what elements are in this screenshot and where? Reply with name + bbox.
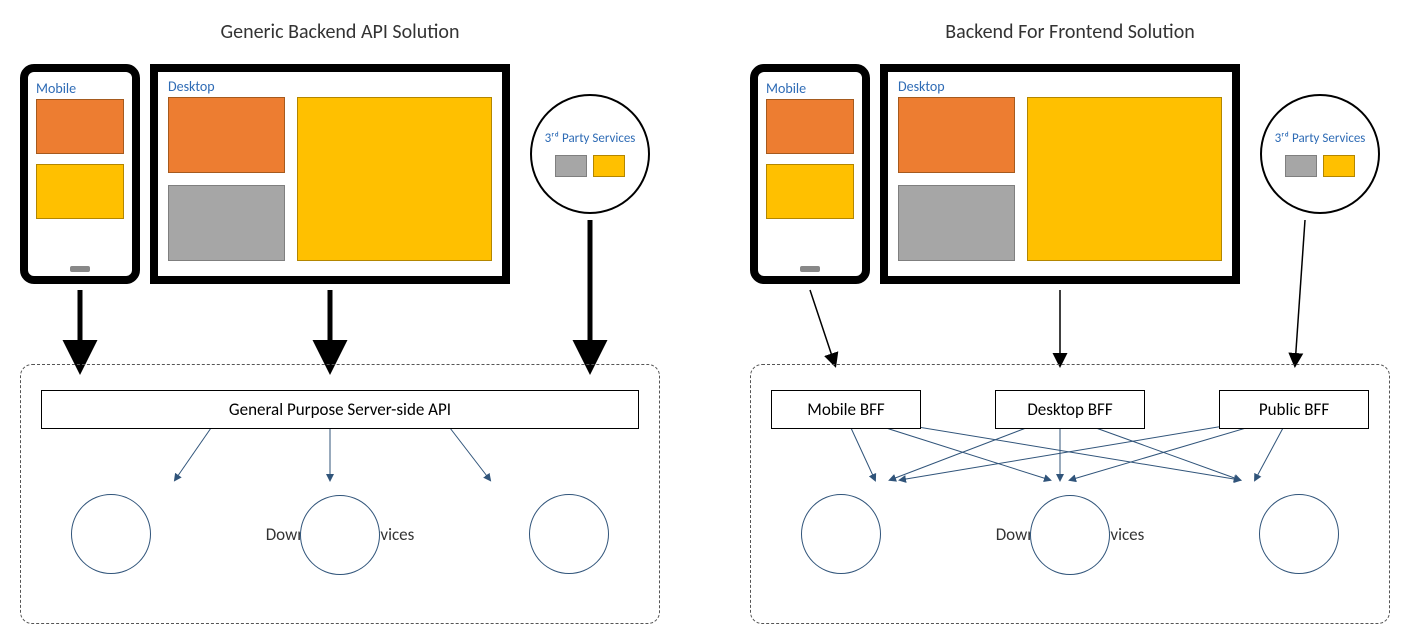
downstream-service-circle	[300, 495, 380, 575]
bff-panel: Backend For Frontend Solution Mobile Des…	[750, 20, 1390, 624]
mobile-bff-box: Mobile BFF	[771, 390, 921, 429]
desktop-gray-block	[898, 185, 1015, 261]
third-party-circle-left: 3ʳᵈ Party Services	[530, 94, 650, 214]
mobile-home-icon	[800, 266, 820, 272]
desktop-monitor-left: Desktop	[150, 64, 510, 284]
mobile-orange-block	[36, 99, 124, 154]
downstream-service-circle	[1259, 494, 1339, 574]
third-party-yellow-chip	[1323, 155, 1355, 177]
mobile-label: Mobile	[766, 80, 854, 97]
diagram-container: Generic Backend API Solution Mobile Desk…	[20, 20, 1391, 624]
desktop-label: Desktop	[898, 78, 1222, 95]
mobile-orange-block	[766, 99, 854, 154]
clients-row-left: Mobile Desktop 3ʳᵈ Party S	[20, 64, 660, 294]
server-box-left: General Purpose Server-side API Downstre…	[20, 364, 660, 624]
mobile-device-right: Mobile	[750, 64, 870, 284]
mobile-label: Mobile	[36, 80, 124, 97]
desktop-label: Desktop	[168, 78, 492, 95]
desktop-orange-block	[898, 97, 1015, 173]
server-box-right: Mobile BFF Desktop BFF Public BFF Downst…	[750, 364, 1390, 624]
bff-row: Mobile BFF Desktop BFF Public BFF	[771, 390, 1369, 429]
desktop-yellow-block	[297, 97, 492, 261]
mobile-device-left: Mobile	[20, 64, 140, 284]
panel-title-right: Backend For Frontend Solution	[750, 20, 1390, 44]
mobile-yellow-block	[766, 164, 854, 219]
clients-row-right: Mobile Desktop 3ʳᵈ Party S	[750, 64, 1390, 294]
downstream-service-circle	[801, 494, 881, 574]
general-api-box: General Purpose Server-side API	[41, 390, 639, 429]
third-party-label: 3ʳᵈ Party Services	[545, 131, 636, 147]
downstream-service-circle	[1030, 495, 1110, 575]
generic-backend-panel: Generic Backend API Solution Mobile Desk…	[20, 20, 660, 624]
desktop-bff-box: Desktop BFF	[995, 390, 1145, 429]
mobile-home-icon	[70, 266, 90, 272]
mobile-yellow-block	[36, 164, 124, 219]
public-bff-box: Public BFF	[1219, 390, 1369, 429]
desktop-gray-block	[168, 185, 285, 261]
desktop-yellow-block	[1027, 97, 1222, 261]
third-party-yellow-chip	[593, 155, 625, 177]
third-party-circle-right: 3ʳᵈ Party Services	[1260, 94, 1380, 214]
third-party-label: 3ʳᵈ Party Services	[1275, 131, 1366, 147]
third-party-gray-chip	[555, 155, 587, 177]
downstream-service-circle	[71, 494, 151, 574]
desktop-monitor-right: Desktop	[880, 64, 1240, 284]
downstream-service-circle	[529, 494, 609, 574]
desktop-orange-block	[168, 97, 285, 173]
third-party-gray-chip	[1285, 155, 1317, 177]
panel-title-left: Generic Backend API Solution	[20, 20, 660, 44]
